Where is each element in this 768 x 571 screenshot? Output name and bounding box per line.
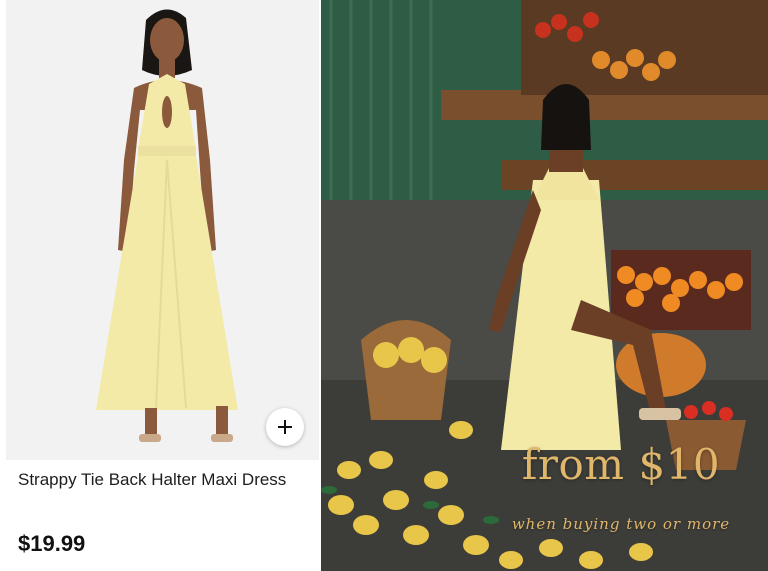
product-image[interactable] [6,0,319,460]
product-name[interactable]: Strappy Tie Back Halter Maxi Dress [18,467,308,492]
product-price: $19.99 [18,531,86,556]
promo-banner[interactable]: from $10 when buying two or more [321,0,768,571]
product-card[interactable]: Strappy Tie Back Halter Maxi Dress $19.9… [6,0,319,571]
add-to-bag-button[interactable] [266,408,304,446]
promo-headline: from $10 [521,440,721,489]
promo-subline: when buying two or more [511,515,731,533]
plus-icon [278,420,292,434]
model-dress-illustration [96,9,238,442]
